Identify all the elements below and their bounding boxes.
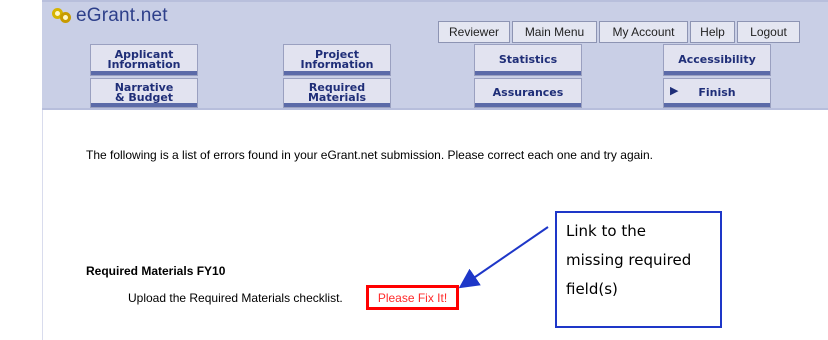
tab-statistics[interactable]: Statistics [474,44,582,76]
fix-link-label: Please Fix It! [377,290,448,305]
callout-line-2: missing required [566,251,692,269]
tab-label: Assurances [492,86,564,99]
tab-label: Accessibility [678,53,756,66]
tab-label-line2: Materials [307,91,367,104]
tab-accessibility[interactable]: Accessibility [663,44,771,76]
tab-narrative-budget[interactable]: Narrative & Budget [90,78,198,108]
logo-text: eGrant.net [76,5,168,26]
tab-label-line2: Information [300,58,374,71]
play-arrow-icon: ▶ [670,84,679,97]
tab-finish[interactable]: ▶ Finish [663,78,771,108]
logo-rings-icon [52,6,74,26]
tab-label-line2: & Budget [114,91,174,104]
content-left-border [42,110,43,340]
logo[interactable]: eGrant.net [52,3,168,29]
upload-instruction: Upload the Required Materials checklist. [128,291,343,305]
reviewer-button[interactable]: Reviewer [438,21,510,43]
tab-label-line2: Information [107,58,181,71]
tab-required-materials[interactable]: Required Materials [283,78,391,108]
tab-assurances[interactable]: Assurances [474,78,582,108]
main-menu-button[interactable]: Main Menu [512,21,597,43]
tab-label: Finish [698,86,736,99]
section-title: Required Materials FY10 [86,264,226,278]
please-fix-it-link[interactable]: Please Fix It! [366,285,459,310]
tab-label: Statistics [498,53,558,66]
tab-applicant-information[interactable]: Applicant Information [90,44,198,76]
tab-project-information[interactable]: Project Information [283,44,391,76]
callout-line-1: Link to the [566,222,646,240]
header-divider [42,108,828,110]
error-message: The following is a list of errors found … [86,148,653,162]
callout-line-3: field(s) [566,280,618,298]
logout-button[interactable]: Logout [737,21,800,43]
help-button[interactable]: Help [690,21,735,43]
annotation-callout: Link to the missing required field(s) [555,211,722,328]
my-account-button[interactable]: My Account [599,21,688,43]
